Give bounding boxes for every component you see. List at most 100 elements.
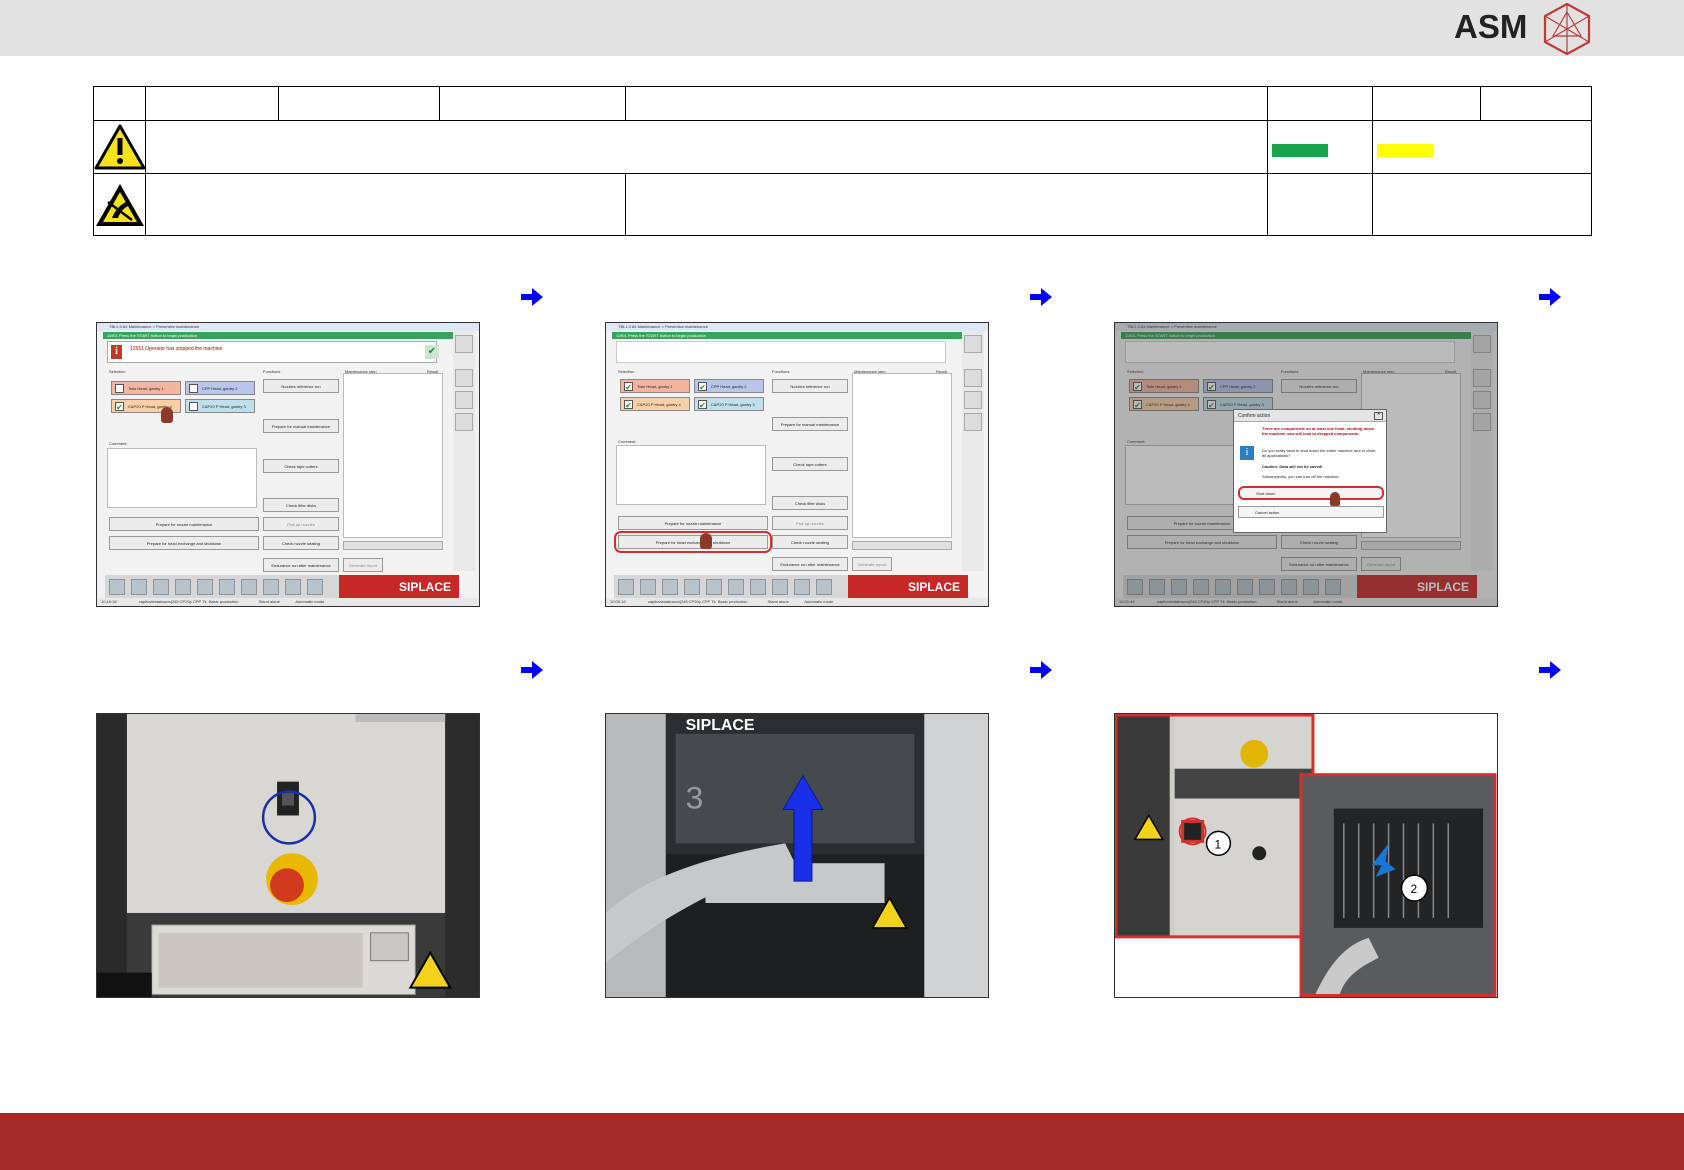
hand-pointer-icon (161, 407, 173, 423)
task-icon[interactable] (706, 579, 722, 595)
sidebar-tools-button[interactable] (964, 413, 982, 431)
sidebar-info-button[interactable] (964, 335, 982, 353)
function-button[interactable]: Prepare for manual maintenance (772, 417, 848, 431)
head-button-2[interactable]: ✔ CPP Head, gantry 2 (694, 379, 764, 393)
sidebar-head-button[interactable] (964, 369, 982, 387)
table-cell (1372, 86, 1481, 121)
head-button-4[interactable]: C&P20 P Head, gantry 3 (185, 399, 255, 413)
generate-report-button[interactable]: Generate report (852, 557, 892, 571)
head-button-1[interactable]: ✔ Twin Head, gantry 1 (620, 379, 690, 393)
siplace-logo: SIPLACE (848, 575, 968, 599)
task-icon[interactable] (816, 579, 832, 595)
siplace-screen: TBL1.0.84 Maintenance > Preventive maint… (606, 323, 988, 606)
arrow-right-icon (1539, 661, 1561, 679)
sidebar-list-button[interactable] (455, 391, 473, 409)
power-switch-photo: 1 2 (1115, 714, 1497, 997)
dialog-caution: Caution: Data will not be saved! (1262, 464, 1323, 469)
task-icon[interactable] (750, 579, 766, 595)
function-button[interactable]: Check filter disks (263, 498, 339, 512)
checkbox[interactable]: ✔ (698, 382, 707, 392)
shutdown-button[interactable]: Shut down (1238, 486, 1384, 500)
task-icon[interactable] (285, 579, 301, 595)
highlight-ring (614, 531, 772, 553)
status-time: 10:16:18 (101, 599, 117, 604)
task-icon[interactable] (153, 579, 169, 595)
table-cell (93, 86, 146, 121)
head-button-4[interactable]: ✔ C&P20 P Head, gantry 3 (694, 397, 764, 411)
head-exchange-button[interactable]: Prepare for head exchange and shutdown (109, 536, 259, 550)
yellow-swatch (1377, 144, 1433, 157)
task-icon[interactable] (728, 579, 744, 595)
sidebar-tools-button[interactable] (455, 413, 473, 431)
function-button[interactable]: Check nozzle seating (263, 536, 339, 550)
function-button[interactable]: Nozzles reference run (772, 379, 848, 393)
sidebar (962, 331, 984, 571)
function-button[interactable]: Check tape cutters (772, 457, 848, 471)
task-icon[interactable] (772, 579, 788, 595)
comment-field[interactable] (107, 448, 257, 508)
generate-report-button[interactable]: Generate report (343, 558, 383, 572)
task-icon[interactable] (794, 579, 810, 595)
collapse-icon[interactable]: ⌃ (1374, 412, 1383, 420)
green-banner: 11901 Press the START button to begin pr… (612, 332, 970, 339)
sidebar-info-button[interactable] (455, 335, 473, 353)
cancel-button[interactable]: Cancel action (1238, 506, 1384, 518)
functions-header: Functions (263, 369, 281, 374)
cancel-label: Cancel action (1255, 510, 1280, 515)
nozzle-maintenance-button[interactable]: Prepare for nozzle maintenance (109, 517, 259, 531)
function-button[interactable]: Nozzles reference run (263, 379, 339, 393)
task-icon[interactable] (618, 579, 634, 595)
head-button-1[interactable]: Twin Head, gantry 1 (111, 381, 181, 395)
sidebar-list-button[interactable] (964, 391, 982, 409)
dialog-subsequent: Subsequently, you can turn off the machi… (1262, 474, 1340, 479)
head-button-3[interactable]: ✔ C&P20 P Head, gantry 4 (620, 397, 690, 411)
checkbox[interactable]: ✔ (624, 382, 633, 392)
task-icon[interactable] (109, 579, 125, 595)
hand-pointer-icon (700, 533, 712, 549)
checkbox[interactable] (115, 384, 124, 393)
scrollbar[interactable] (343, 541, 443, 550)
check-icon[interactable]: ✔ (425, 345, 439, 359)
status-auto: Automatic mode (804, 599, 834, 604)
task-icon[interactable] (662, 579, 678, 595)
task-icon[interactable] (219, 579, 235, 595)
task-icon[interactable] (197, 579, 213, 595)
green-status-cell (1267, 120, 1373, 174)
task-icon[interactable] (307, 579, 323, 595)
task-icon[interactable] (640, 579, 656, 595)
maintenance-list (343, 373, 443, 538)
head-button-2[interactable]: CPP Head, gantry 2 (185, 381, 255, 395)
task-icon[interactable] (684, 579, 700, 595)
sidebar-head-button[interactable] (455, 369, 473, 387)
table-cell (1480, 86, 1592, 121)
message-box (616, 341, 946, 363)
table-cell (145, 173, 626, 236)
task-icon[interactable] (175, 579, 191, 595)
checkbox[interactable] (189, 384, 198, 393)
function-button[interactable]: Check nozzle seating (772, 535, 848, 549)
window-title: TBL1.0.84 Maintenance > Preventive maint… (606, 323, 988, 331)
status-standalone: Stand alone (767, 599, 789, 604)
function-button[interactable]: Prepare for manual maintenance (263, 419, 339, 433)
highlight-square (1181, 819, 1205, 843)
open-hood-photo: SIPLACE 3 (606, 714, 988, 997)
checkbox[interactable]: ✔ (624, 400, 633, 410)
checkbox[interactable]: ✔ (115, 402, 124, 412)
comment-label: Comment: (109, 441, 128, 446)
function-button[interactable]: Check filter disks (772, 496, 848, 510)
green-swatch (1272, 144, 1328, 157)
task-icon[interactable] (263, 579, 279, 595)
checkbox[interactable] (189, 402, 198, 411)
task-icon[interactable] (241, 579, 257, 595)
function-button[interactable]: Endurance run after maintenance (263, 558, 339, 572)
checkbox[interactable]: ✔ (698, 400, 707, 410)
task-icon[interactable] (131, 579, 147, 595)
scrollbar[interactable] (852, 541, 952, 550)
warning-text-cell (145, 120, 1268, 174)
comment-field[interactable] (616, 445, 766, 505)
function-button[interactable]: Pick up nozzles (772, 516, 848, 530)
function-button[interactable]: Endurance run after maintenance (772, 557, 848, 571)
nozzle-maintenance-button[interactable]: Prepare for nozzle maintenance (618, 516, 768, 530)
function-button[interactable]: Check tape cutters (263, 459, 339, 473)
function-button[interactable]: Pick up nozzles (263, 517, 339, 531)
